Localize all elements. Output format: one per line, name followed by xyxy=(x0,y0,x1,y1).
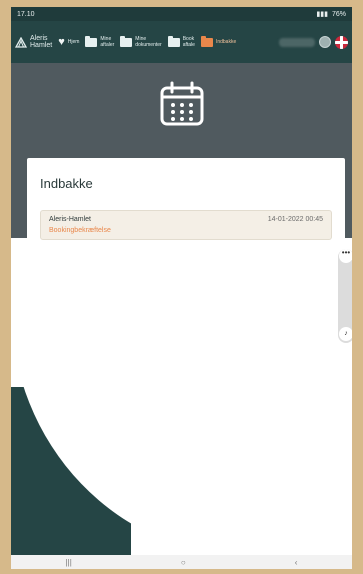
calendar-icon xyxy=(160,81,204,126)
side-scroll-widget[interactable]: ••• ♪ xyxy=(338,249,352,343)
user-area[interactable] xyxy=(279,35,348,49)
user-name-blurred xyxy=(279,37,315,47)
folder-icon xyxy=(167,35,180,47)
inbox-title: Indbakke xyxy=(40,176,93,191)
status-time: 17.10 xyxy=(17,10,35,18)
status-right: ▮▮▮ 76% xyxy=(316,10,346,19)
nav-item-label: Mine dokumenter xyxy=(135,36,162,48)
status-bar: 17.10 ▮▮▮ 76% xyxy=(11,7,352,21)
sound-icon[interactable]: ♪ xyxy=(339,327,352,341)
app-frame: 17.10 ▮▮▮ 76% Aleris Hamlet ♥ Hjem Mine … xyxy=(11,7,352,569)
nav-item-label: Mine aftaler xyxy=(100,36,115,48)
heart-icon: ♥ xyxy=(58,36,65,48)
recent-apps-icon[interactable]: ||| xyxy=(66,558,72,567)
android-nav-bar: ||| ○ ‹ xyxy=(11,555,352,569)
aleris-logo-icon xyxy=(15,36,27,48)
nav-item-mine-dokumenter[interactable]: Mine dokumenter xyxy=(120,35,162,48)
avatar-icon[interactable] xyxy=(319,36,331,48)
folder-icon xyxy=(120,35,133,47)
logo[interactable]: Aleris Hamlet xyxy=(15,35,52,49)
home-icon[interactable]: ○ xyxy=(181,558,186,567)
nav-item-label: Indbakke xyxy=(215,39,237,45)
message-row[interactable]: Aleris-Hamlet 14-01-2022 00:45 Bookingbe… xyxy=(40,210,332,240)
logo-text: Aleris Hamlet xyxy=(30,35,53,49)
more-icon[interactable]: ••• xyxy=(339,249,352,263)
nav-item-label: Book aftale xyxy=(182,36,195,48)
battery-level: 76% xyxy=(331,10,346,18)
inbox-card: Indbakke Aleris-Hamlet 14-01-2022 00:45 … xyxy=(27,158,345,253)
folder-icon xyxy=(85,35,98,47)
nav-item-book-aftale[interactable]: Book aftale xyxy=(167,35,195,48)
nav-item-indbakke[interactable]: Indbakke xyxy=(200,35,237,47)
message-subject: Bookingbekræftelse xyxy=(49,227,111,234)
nav-item-mine-aftaler[interactable]: Mine aftaler xyxy=(85,35,115,48)
folder-icon xyxy=(200,35,213,47)
message-sender: Aleris-Hamlet xyxy=(49,216,92,223)
nav-item-label: Hjem xyxy=(67,39,80,45)
back-icon[interactable]: ‹ xyxy=(295,558,298,567)
danish-flag-icon[interactable] xyxy=(335,35,348,49)
nav-item-hjem[interactable]: ♥ Hjem xyxy=(58,36,80,48)
signal-icon: ▮▮▮ xyxy=(316,11,328,18)
message-date: 14-01-2022 00:45 xyxy=(267,216,323,223)
top-nav: Aleris Hamlet ♥ Hjem Mine aftaler Mine d… xyxy=(11,21,352,63)
